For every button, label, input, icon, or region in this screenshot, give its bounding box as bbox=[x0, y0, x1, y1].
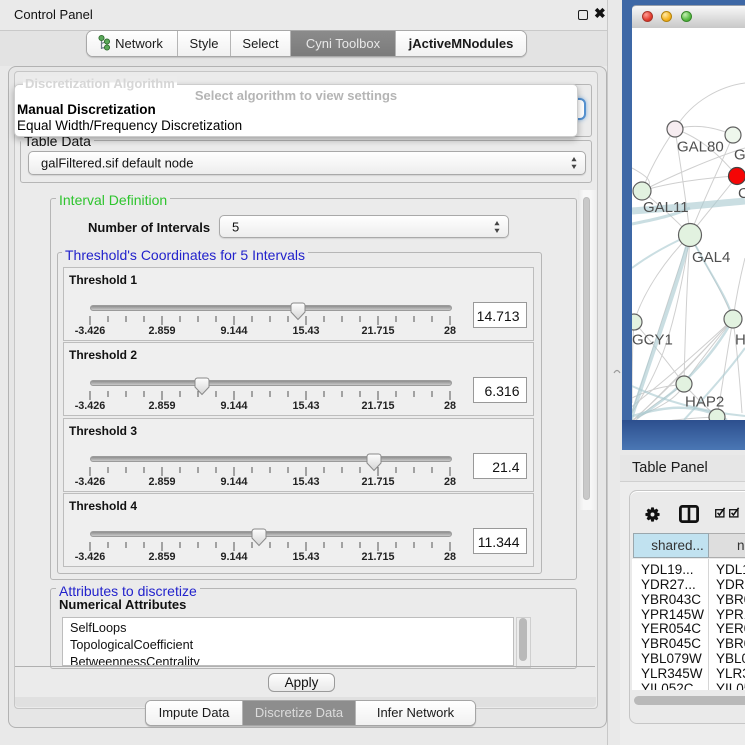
svg-text:HAP2: HAP2 bbox=[685, 394, 724, 411]
svg-text:C: C bbox=[738, 185, 745, 202]
svg-text:GCY1: GCY1 bbox=[632, 332, 673, 349]
svg-text:GAL80: GAL80 bbox=[677, 139, 724, 156]
svg-text:GAL11: GAL11 bbox=[643, 199, 689, 216]
svg-text:GA: GA bbox=[734, 147, 745, 164]
svg-text:H: H bbox=[735, 332, 745, 349]
svg-text:GAL4: GAL4 bbox=[692, 249, 730, 266]
